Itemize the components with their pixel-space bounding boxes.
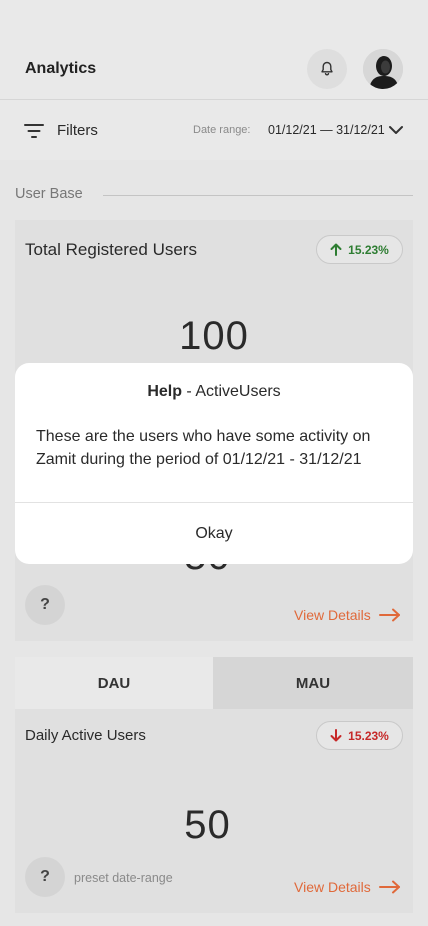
help-modal: Help - ActiveUsers These are the users w… <box>15 363 413 564</box>
date-range-value[interactable]: 01/12/21 — 31/12/21 <box>268 123 385 137</box>
user-avatar-icon <box>363 49 403 89</box>
date-range-label: Date range: <box>193 124 251 136</box>
growth-badge: 15.23% <box>316 235 403 264</box>
tab-dau[interactable]: DAU <box>15 657 213 709</box>
help-modal-title: Help - ActiveUsers <box>15 383 413 401</box>
preset-date-range-label: preset date-range <box>74 871 173 885</box>
card-title: Daily Active Users <box>25 727 146 744</box>
badge-value: 15.23% <box>348 242 389 257</box>
app-header: Analytics <box>0 0 428 100</box>
filter-bar: Filters Date range: 01/12/21 — 31/12/21 <box>0 100 428 160</box>
view-details-label: View Details <box>294 879 371 895</box>
help-button[interactable]: ? <box>25 585 65 625</box>
change-badge: 15.23% <box>316 721 403 750</box>
help-modal-body: These are the users who have some activi… <box>36 428 371 468</box>
filter-icon[interactable] <box>24 122 44 139</box>
arrow-right-icon <box>378 880 400 894</box>
arrow-up-icon <box>330 243 342 256</box>
bell-icon <box>321 61 333 76</box>
avatar[interactable] <box>363 49 403 89</box>
view-details-link[interactable]: View Details <box>294 607 401 623</box>
registered-users-value: 100 <box>179 314 249 358</box>
help-title-bold: Help <box>147 383 182 400</box>
help-title-rest: - ActiveUsers <box>181 383 281 400</box>
view-details-link[interactable]: View Details <box>294 879 401 895</box>
badge-value: 15.23% <box>348 728 389 743</box>
arrow-right-icon <box>378 608 400 622</box>
section-title: User Base <box>15 186 83 202</box>
daily-active-users-value: 50 <box>184 803 231 847</box>
okay-button[interactable]: Okay <box>15 503 413 564</box>
section-divider <box>103 195 413 196</box>
help-button[interactable]: ? <box>25 857 65 897</box>
tab-mau[interactable]: MAU <box>213 657 413 709</box>
arrow-down-icon <box>330 729 342 742</box>
notifications-button[interactable] <box>307 49 347 89</box>
view-details-label: View Details <box>294 607 371 623</box>
filters-button[interactable]: Filters <box>57 122 98 139</box>
card-title: Total Registered Users <box>25 240 197 259</box>
page-title: Analytics <box>25 60 97 77</box>
chevron-down-icon[interactable] <box>388 124 404 136</box>
active-users-card: DAU MAU Daily Active Users 15.23% 50 ? p… <box>15 657 413 913</box>
